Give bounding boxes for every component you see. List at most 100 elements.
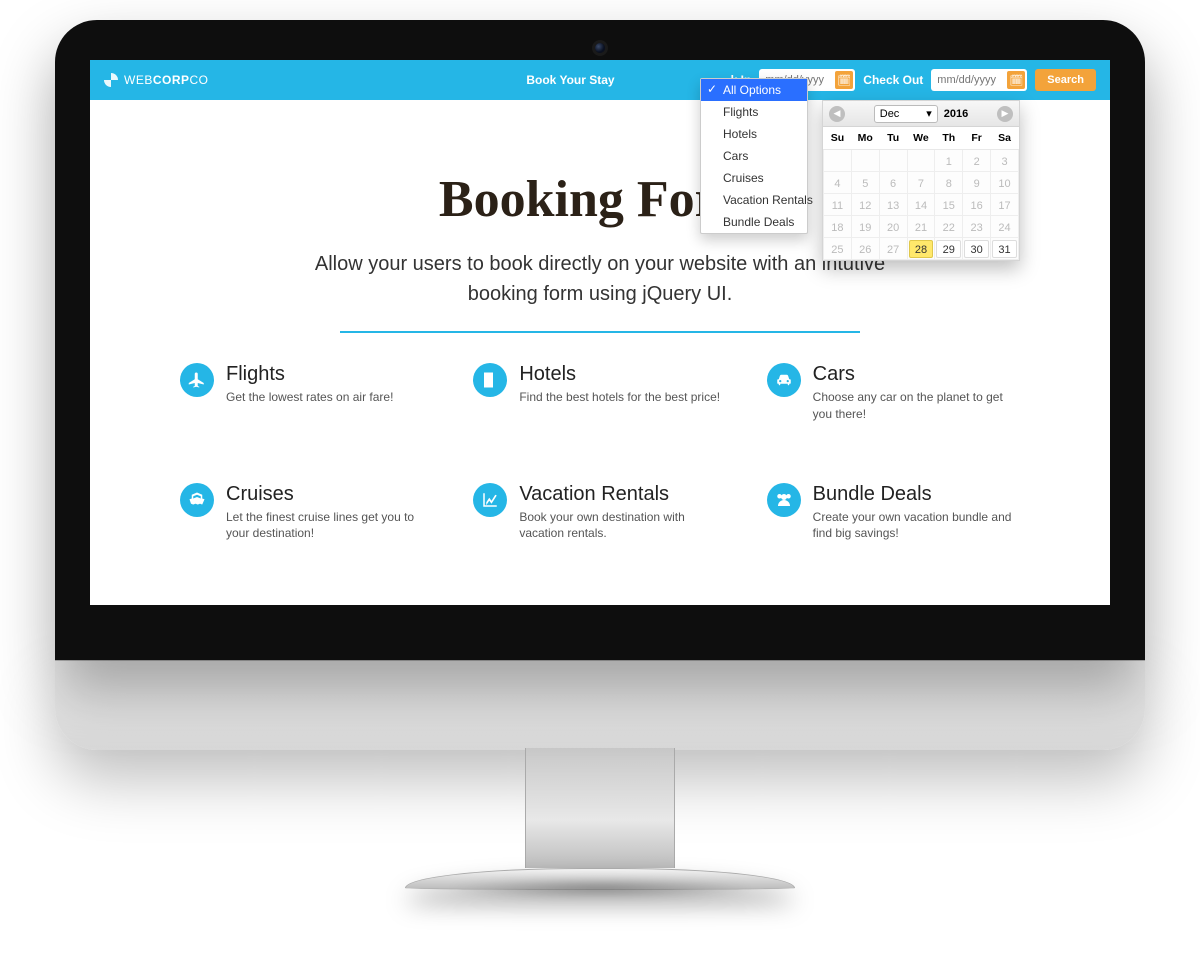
calendar-day: 11 <box>824 194 852 216</box>
feature-desc: Create your own vacation bundle and find… <box>813 509 1020 543</box>
feature-desc: Choose any car on the planet to get you … <box>813 389 1020 423</box>
chart-icon <box>473 483 507 517</box>
calendar-day: 19 <box>851 216 879 238</box>
feature-title: Vacation Rentals <box>519 483 726 506</box>
monitor-chin <box>55 660 1145 750</box>
feature-desc: Book your own destination with vacation … <box>519 509 726 543</box>
calendar-day <box>851 150 879 172</box>
dow-header: Sa <box>991 127 1019 150</box>
calendar-day: 15 <box>935 194 963 216</box>
calendar-day: 24 <box>991 216 1019 238</box>
dropdown-option[interactable]: Cars <box>701 145 807 167</box>
feature-item[interactable]: CruisesLet the finest cruise lines get y… <box>180 483 433 543</box>
calendar-icon[interactable]: 🗓 <box>1007 71 1025 89</box>
booking-type-dropdown[interactable]: All OptionsFlightsHotelsCarsCruisesVacat… <box>700 78 808 234</box>
calendar-day: 16 <box>963 194 991 216</box>
nav-right: Book Your Stay k In 🗓 Check Out 🗓 Search <box>526 69 1096 91</box>
calendar-day: 4 <box>824 172 852 194</box>
feature-desc: Find the best hotels for the best price! <box>519 389 720 406</box>
feature-item[interactable]: Cars Choose any car on the planet to get … <box>767 363 1020 423</box>
calendar-day: 13 <box>879 194 907 216</box>
dropdown-option[interactable]: All Options <box>701 79 807 101</box>
dropdown-option[interactable]: Vacation Rentals <box>701 189 807 211</box>
dropdown-option[interactable]: Cruises <box>701 167 807 189</box>
dow-header: We <box>907 127 935 150</box>
calendar-day: 25 <box>824 238 852 260</box>
calendar-day: 22 <box>935 216 963 238</box>
calendar-day: 5 <box>851 172 879 194</box>
dow-header: Th <box>935 127 963 150</box>
calendar-day <box>907 150 935 172</box>
ship-icon <box>180 483 214 517</box>
dow-header: Su <box>824 127 852 150</box>
calendar-day: 3 <box>991 150 1019 172</box>
year-value: 2016 <box>944 108 968 120</box>
brand-logo[interactable]: WEBCORPCO <box>104 73 209 87</box>
feature-title: Hotels <box>519 363 720 386</box>
brand-prefix: WEB <box>124 73 153 87</box>
stand-base <box>405 868 795 890</box>
prev-month-button[interactable]: ◀ <box>829 106 845 122</box>
feature-title: Bundle Deals <box>813 483 1020 506</box>
calendar-day: 20 <box>879 216 907 238</box>
calendar-day[interactable]: 31 <box>991 238 1019 260</box>
dow-header: Fr <box>963 127 991 150</box>
brand-bold: CORP <box>153 73 190 87</box>
feature-item[interactable]: Hotels Find the best hotels for the best … <box>473 363 726 423</box>
calendar-grid: SuMoTuWeThFrSa 1234567891011121314151617… <box>823 127 1019 260</box>
calendar-day: 14 <box>907 194 935 216</box>
calendar-day <box>879 150 907 172</box>
monitor-bezel: WEBCORPCO Book Your Stay k In 🗓 Check Ou… <box>55 20 1145 660</box>
next-month-button[interactable]: ▶ <box>997 106 1013 122</box>
feature-grid: FlightsGet the lowest rates on air fare!… <box>180 363 1020 542</box>
top-nav: WEBCORPCO Book Your Stay k In 🗓 Check Ou… <box>90 60 1110 100</box>
feature-title: Flights <box>226 363 393 386</box>
calendar-day: 26 <box>851 238 879 260</box>
dropdown-option[interactable]: Flights <box>701 101 807 123</box>
brand-suffix: CO <box>190 73 209 87</box>
dow-header: Tu <box>879 127 907 150</box>
month-value: Dec <box>880 108 900 120</box>
checkout-input[interactable] <box>937 74 1007 86</box>
calendar-day: 9 <box>963 172 991 194</box>
plane-icon <box>180 363 214 397</box>
calendar-day <box>824 150 852 172</box>
calendar-day: 27 <box>879 238 907 260</box>
calendar-day: 17 <box>991 194 1019 216</box>
month-select[interactable]: Dec ▾ <box>874 105 938 123</box>
dropdown-option[interactable]: Bundle Deals <box>701 211 807 233</box>
checkout-label: Check Out <box>863 73 923 87</box>
calendar-day: 8 <box>935 172 963 194</box>
users-icon <box>767 483 801 517</box>
calendar-day: 6 <box>879 172 907 194</box>
calendar-day: 10 <box>991 172 1019 194</box>
checkout-field[interactable]: 🗓 <box>931 69 1027 91</box>
calendar-icon[interactable]: 🗓 <box>835 71 853 89</box>
calendar-day: 18 <box>824 216 852 238</box>
book-your-stay-label: Book Your Stay <box>526 73 614 87</box>
car-icon <box>767 363 801 397</box>
calendar-day: 7 <box>907 172 935 194</box>
stand-neck <box>525 748 675 868</box>
calendar-day[interactable]: 29 <box>935 238 963 260</box>
calendar-day: 2 <box>963 150 991 172</box>
feature-title: Cars <box>813 363 1020 386</box>
calendar-day: 23 <box>963 216 991 238</box>
calendar-day[interactable]: 28 <box>907 238 935 260</box>
select-caret-icon: ▾ <box>926 107 932 120</box>
building-icon <box>473 363 507 397</box>
feature-item[interactable]: Bundle Deals Create your own vacation bun… <box>767 483 1020 543</box>
imac-mockup: WEBCORPCO Book Your Stay k In 🗓 Check Ou… <box>55 20 1145 890</box>
datepicker[interactable]: ◀ Dec ▾ 2016 ▶ SuMoTuWeThFrSa 1234567891… <box>822 100 1020 261</box>
feature-item[interactable]: FlightsGet the lowest rates on air fare! <box>180 363 433 423</box>
calendar-day: 12 <box>851 194 879 216</box>
dropdown-option[interactable]: Hotels <box>701 123 807 145</box>
feature-desc: Let the finest cruise lines get you to y… <box>226 509 433 543</box>
feature-item[interactable]: Vacation Rentals Book your own destinatio… <box>473 483 726 543</box>
datepicker-header: ◀ Dec ▾ 2016 ▶ <box>823 101 1019 127</box>
search-button[interactable]: Search <box>1035 69 1096 91</box>
calendar-day[interactable]: 30 <box>963 238 991 260</box>
screen: WEBCORPCO Book Your Stay k In 🗓 Check Ou… <box>90 60 1110 605</box>
calendar-day: 1 <box>935 150 963 172</box>
brand-mark-icon <box>104 73 118 87</box>
